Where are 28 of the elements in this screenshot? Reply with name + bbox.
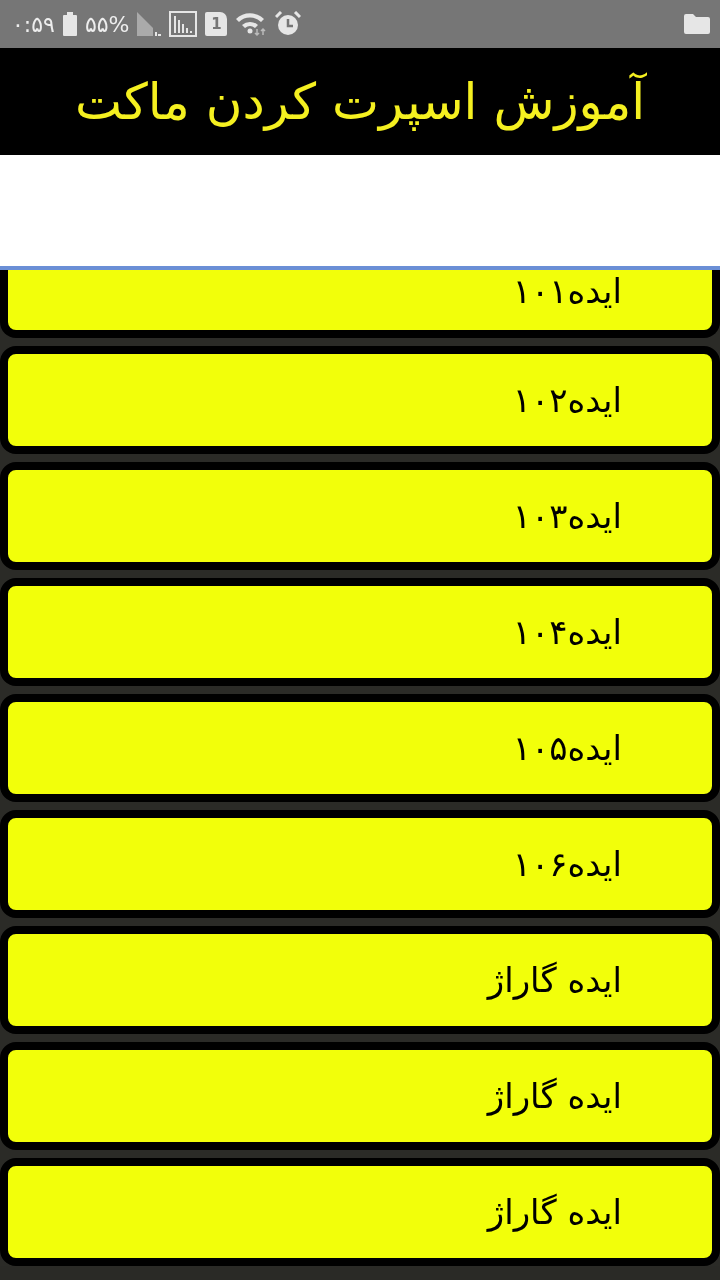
item-label: ایده گاراژ	[487, 1190, 622, 1234]
signal-icon	[169, 11, 198, 37]
list-item[interactable]: ایده گاراژ	[0, 1042, 720, 1150]
item-label: ایده گاراژ	[487, 1074, 622, 1118]
item-label: ایده۱۰۳	[512, 494, 622, 538]
battery-percent: ۵۵%	[84, 11, 130, 37]
item-label: ایده۱۰۶	[512, 842, 622, 886]
folder-icon	[684, 14, 710, 34]
battery-icon	[62, 12, 77, 36]
item-label: ایده۱۰۲	[512, 378, 622, 422]
list-item[interactable]: ایده گاراژ	[0, 1158, 720, 1266]
wifi-icon	[235, 11, 268, 37]
list-item[interactable]: ایده گاراژ	[0, 926, 720, 1034]
item-label: ایده۱۰۱	[512, 270, 622, 313]
signal-icon	[137, 12, 162, 36]
item-label: ایده۱۰۵	[512, 726, 622, 770]
list-item[interactable]: ایده۱۰۵	[0, 694, 720, 802]
list-item[interactable]: ایده۱۰۲	[0, 346, 720, 454]
item-label: ایده گاراژ	[487, 958, 622, 1002]
clock: ۰:۵۹	[12, 11, 55, 37]
app-title: آموزش اسپرت کردن ماکت	[74, 72, 646, 131]
list-item[interactable]: ایده۱۰۱	[0, 270, 720, 338]
list-item[interactable]: ایده۱۰۶	[0, 810, 720, 918]
list-item[interactable]: ایده۱۰۴	[0, 578, 720, 686]
list-item[interactable]: ایده۱۰۳	[0, 462, 720, 570]
sim-card-icon: 1	[205, 12, 228, 36]
alarm-clock-icon	[275, 11, 302, 37]
item-label: ایده۱۰۴	[512, 610, 622, 654]
